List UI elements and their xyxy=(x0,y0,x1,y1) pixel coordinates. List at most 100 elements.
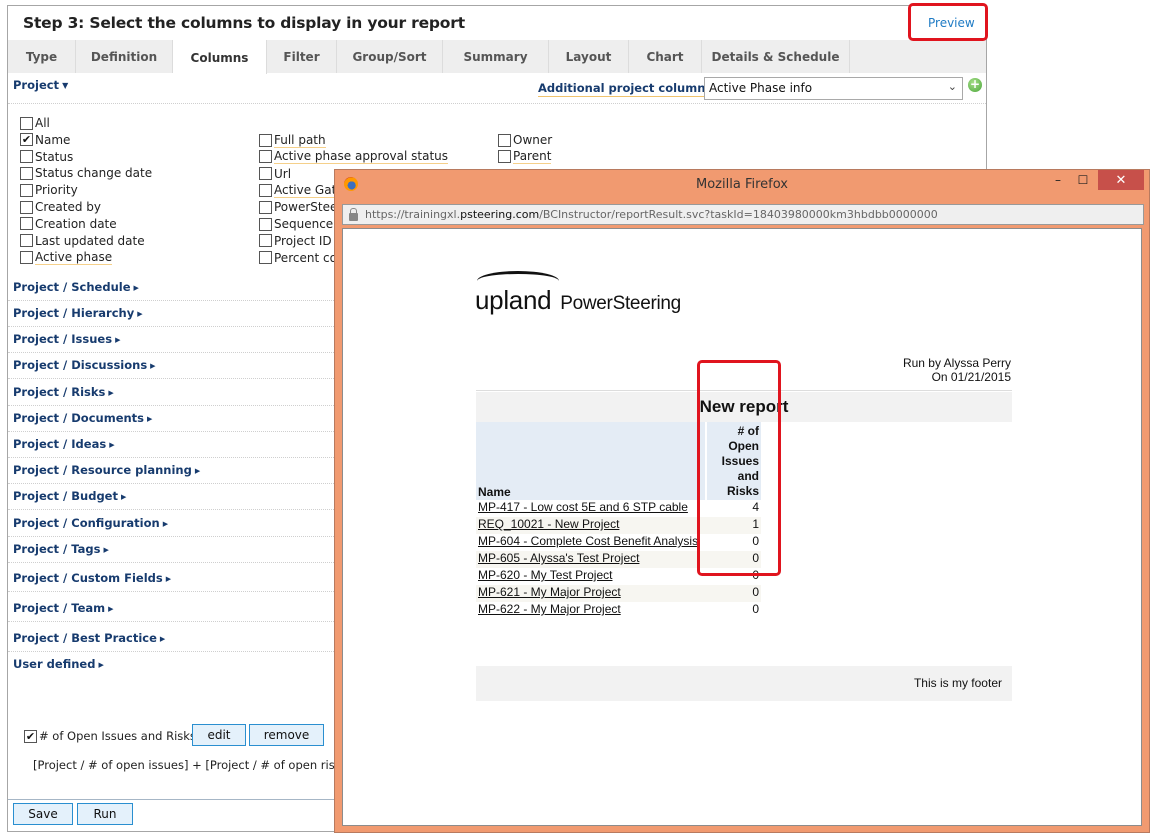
checkbox-row-percent-co: Percent co xyxy=(259,250,337,266)
checkbox-percent-co[interactable] xyxy=(259,251,272,265)
project-link[interactable]: MP-417 - Low cost 5E and 6 STP cable xyxy=(478,500,688,514)
checkbox-label: Active phase xyxy=(35,249,113,265)
checkbox-row-url: Url xyxy=(259,166,291,182)
tab-details-schedule[interactable]: Details & Schedule xyxy=(702,40,850,73)
checkbox-project-id[interactable] xyxy=(259,234,272,248)
checkbox-label: Percent co xyxy=(274,250,337,265)
additional-columns-label: Additional project columns : xyxy=(538,81,721,97)
section-label: Project / Ideas xyxy=(13,437,107,451)
checkbox-label: Parent xyxy=(513,149,552,165)
minimize-button[interactable]: – xyxy=(1047,170,1069,190)
checkbox-last-updated-date[interactable] xyxy=(20,234,33,248)
checkbox-sequence-r[interactable] xyxy=(259,217,272,231)
section-project-resource-planning[interactable]: Project / Resource planning ▶ xyxy=(13,463,200,477)
table-row: MP-621 - My Major Project 0 xyxy=(476,585,761,602)
count-cell: 0 xyxy=(752,568,759,582)
checkbox-active-phase-approval-status[interactable] xyxy=(259,150,272,164)
tab-filter[interactable]: Filter xyxy=(267,40,337,73)
section-project-risks[interactable]: Project / Risks ▶ xyxy=(13,385,114,399)
tab-type[interactable]: Type xyxy=(8,40,76,73)
section-project-tags[interactable]: Project / Tags ▶ xyxy=(13,542,109,556)
checkbox-label: Owner xyxy=(513,133,553,147)
tab-group-sort[interactable]: Group/Sort xyxy=(337,40,443,73)
checkbox-status-change-date[interactable] xyxy=(20,166,33,180)
checkbox-active-phase[interactable] xyxy=(20,250,33,264)
section-project-configuration[interactable]: Project / Configuration ▶ xyxy=(13,516,168,530)
project-link[interactable]: MP-604 - Complete Cost Benefit Analysis xyxy=(478,534,698,548)
checkbox-row-created-by: Created by xyxy=(20,199,101,215)
tab-chart[interactable]: Chart xyxy=(629,40,702,73)
table-row: REQ_10021 - New Project 1 xyxy=(476,517,761,534)
run-button[interactable]: Run xyxy=(77,803,133,825)
caret-right-icon: ▶ xyxy=(98,661,104,669)
section-label: Project / Best Practice xyxy=(13,631,157,645)
checkbox-row-priority: Priority xyxy=(20,182,78,198)
section-project-hierarchy[interactable]: Project / Hierarchy ▶ xyxy=(13,306,143,320)
project-link[interactable]: MP-605 - Alyssa's Test Project xyxy=(478,551,639,565)
header-line: Issues xyxy=(721,454,759,468)
section-project-budget[interactable]: Project / Budget ▶ xyxy=(13,489,126,503)
caret-down-icon: ▼ xyxy=(62,81,69,90)
caret-right-icon: ▶ xyxy=(159,635,166,643)
additional-columns-select[interactable]: Active Phase info ⌄ xyxy=(704,77,963,100)
header-line: Open xyxy=(728,439,759,453)
project-link[interactable]: REQ_10021 - New Project xyxy=(478,517,619,531)
project-section-toggle[interactable]: Project ▼ xyxy=(13,78,68,92)
project-link[interactable]: MP-620 - My Test Project xyxy=(478,568,612,582)
upland-logo: upland PowerSteering xyxy=(475,285,681,316)
edit-button[interactable]: edit xyxy=(192,724,246,746)
checkbox-name[interactable]: ✔ xyxy=(20,133,33,147)
section-project-documents[interactable]: Project / Documents ▶ xyxy=(13,411,152,425)
tab-layout[interactable]: Layout xyxy=(549,40,629,73)
section-project-ideas[interactable]: Project / Ideas ▶ xyxy=(13,437,115,451)
section-project-discussions[interactable]: Project / Discussions ▶ xyxy=(13,358,156,372)
project-link[interactable]: MP-622 - My Major Project xyxy=(478,602,621,616)
checkbox-status[interactable] xyxy=(20,150,33,164)
section-label: Project / Schedule xyxy=(13,280,131,294)
checkbox-powerstee[interactable] xyxy=(259,200,272,214)
tab-definition[interactable]: Definition xyxy=(76,40,173,73)
table-row: MP-605 - Alyssa's Test Project 0 xyxy=(476,551,761,568)
custom-column-row: ✔ # of Open Issues and Risks xyxy=(24,728,196,744)
section-project-issues[interactable]: Project / Issues ▶ xyxy=(13,332,120,346)
checkbox-active-gate[interactable] xyxy=(259,183,272,197)
save-button[interactable]: Save xyxy=(13,803,73,825)
checkbox-priority[interactable] xyxy=(20,183,33,197)
section-project-custom-fields[interactable]: Project / Custom Fields ▶ xyxy=(13,571,171,585)
section-project-schedule[interactable]: Project / Schedule ▶ xyxy=(13,280,139,294)
header-line: and xyxy=(737,469,759,483)
add-column-icon[interactable]: + xyxy=(968,78,982,92)
caret-right-icon: ▶ xyxy=(108,389,114,397)
section-project-team[interactable]: Project / Team ▶ xyxy=(13,601,114,615)
checkbox-row-sequence-r: Sequence r xyxy=(259,216,342,232)
checkbox-row-project-id: Project ID xyxy=(259,233,332,249)
run-by: Run by Alyssa Perry xyxy=(902,356,1011,370)
checkbox-owner[interactable] xyxy=(498,133,511,147)
checkbox-url[interactable] xyxy=(259,167,272,181)
maximize-button[interactable]: ☐ xyxy=(1071,170,1095,190)
checkbox-all[interactable] xyxy=(20,116,33,130)
section-user-defined[interactable]: User defined ▶ xyxy=(13,657,104,671)
tab-columns[interactable]: Columns xyxy=(173,40,267,74)
tab-summary[interactable]: Summary xyxy=(443,40,549,73)
preview-link[interactable]: Preview xyxy=(928,16,975,30)
address-bar[interactable]: https://trainingxl. psteering.com/BCInstr… xyxy=(342,204,1144,225)
checkbox-parent[interactable] xyxy=(498,150,511,164)
logo-main: upland xyxy=(475,285,552,315)
checkbox-row-active-phase: Active phase xyxy=(20,249,113,265)
checkbox-full-path[interactable] xyxy=(259,133,272,147)
section-project-best-practice[interactable]: Project / Best Practice ▶ xyxy=(13,631,165,645)
custom-column-checkbox[interactable]: ✔ xyxy=(24,729,37,743)
remove-button[interactable]: remove xyxy=(249,724,324,746)
checkbox-creation-date[interactable] xyxy=(20,217,33,231)
checkbox-label: Priority xyxy=(35,183,78,198)
close-button[interactable]: ✕ xyxy=(1098,170,1144,190)
project-link[interactable]: MP-621 - My Major Project xyxy=(478,585,621,599)
section-label: Project / Discussions xyxy=(13,358,148,372)
section-label: Project / Resource planning xyxy=(13,463,192,477)
checkbox-created-by[interactable] xyxy=(20,200,33,214)
chevron-down-icon: ⌄ xyxy=(947,80,957,93)
section-label: Project / Custom Fields xyxy=(13,571,163,585)
project-name-cell: MP-604 - Complete Cost Benefit Analysis xyxy=(476,534,706,551)
caret-right-icon: ▶ xyxy=(133,284,139,292)
